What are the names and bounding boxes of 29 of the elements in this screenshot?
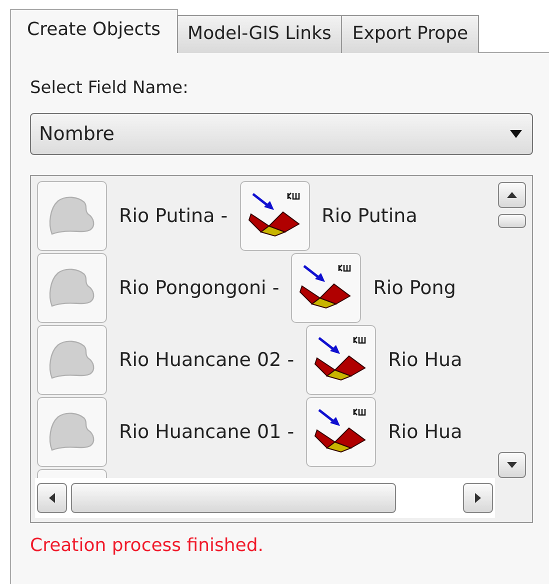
left-arrow-icon bbox=[49, 493, 55, 503]
source-name: Rio Pongongoni - bbox=[118, 277, 280, 299]
source-name: Rio Huancane 01 - bbox=[118, 421, 296, 443]
target-name: Rio Hua bbox=[387, 421, 464, 443]
target-name: Rio Putina bbox=[320, 205, 418, 227]
source-name: Rio Putina - bbox=[118, 205, 229, 227]
scroll-thumb[interactable] bbox=[498, 214, 526, 228]
up-arrow-icon bbox=[506, 192, 516, 198]
scroll-thumb[interactable] bbox=[71, 483, 396, 513]
down-arrow-icon bbox=[506, 462, 516, 468]
source-name: Rio Huancane 02 - bbox=[118, 349, 296, 371]
right-arrow-icon bbox=[475, 493, 481, 503]
layer-button[interactable] bbox=[306, 325, 376, 395]
scroll-up-button[interactable] bbox=[498, 182, 526, 208]
status-message: Creation process finished. bbox=[30, 535, 265, 556]
tab[interactable]: Model-GIS Links bbox=[176, 15, 342, 53]
layer-button[interactable] bbox=[291, 253, 362, 323]
scroll-left-button[interactable] bbox=[37, 483, 67, 513]
tab[interactable]: Create Objects bbox=[10, 9, 178, 53]
field-dropdown[interactable]: Nombre bbox=[30, 113, 533, 155]
target-name: Rio Hua bbox=[387, 349, 464, 371]
caret-icon bbox=[510, 130, 522, 138]
field-label: Select Field Name: bbox=[30, 77, 190, 100]
scroll-down-button[interactable] bbox=[498, 452, 526, 478]
target-name: Rio Pong bbox=[372, 277, 457, 299]
tab[interactable]: Export Prope bbox=[341, 15, 480, 53]
layer-button[interactable] bbox=[240, 181, 310, 251]
scroll-right-button[interactable] bbox=[463, 483, 493, 513]
layer-button[interactable] bbox=[306, 397, 376, 467]
